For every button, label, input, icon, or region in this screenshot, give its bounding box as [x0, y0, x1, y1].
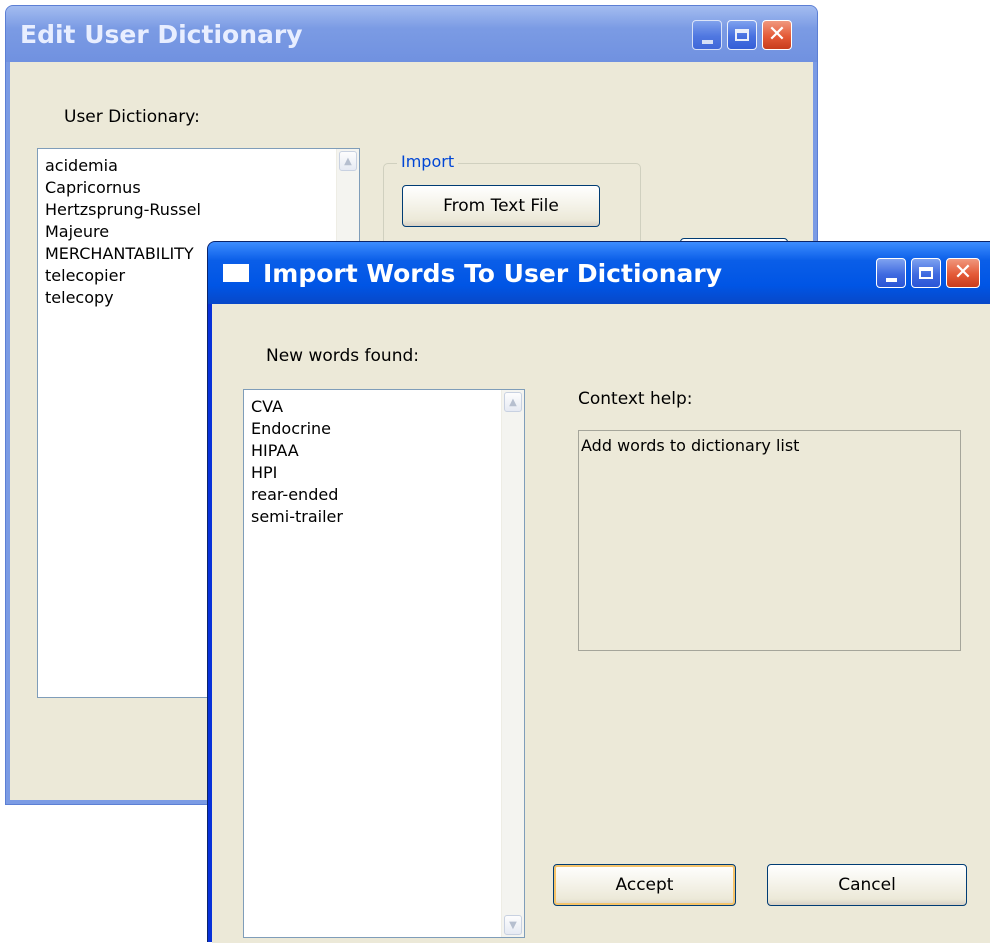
minimize-icon[interactable] — [876, 258, 906, 288]
import-dialog-client: New words found: CVA Endocrine HIPAA HPI rea… — [212, 304, 990, 943]
list-item[interactable]: Endocrine — [244, 418, 502, 440]
scroll-down-arrow-icon[interactable]: ▼ — [504, 915, 522, 935]
cancel-button[interactable]: Cancel — [767, 864, 967, 906]
list-item[interactable]: HPI — [244, 462, 502, 484]
context-help-label: Context help: — [578, 389, 693, 409]
new-words-items: CVA Endocrine HIPAA HPI rear-ended semi-trail… — [244, 390, 502, 528]
list-item[interactable]: acidemia — [38, 155, 337, 177]
close-icon[interactable]: ✕ — [946, 258, 980, 288]
list-item[interactable]: semi-trailer — [244, 506, 502, 528]
user-dictionary-label: User Dictionary: — [64, 107, 200, 127]
minimize-icon[interactable] — [692, 20, 722, 50]
list-item[interactable]: CVA — [244, 396, 502, 418]
list-item[interactable]: Capricornus — [38, 177, 337, 199]
context-help-text: Add words to dictionary list — [581, 436, 800, 455]
list-item[interactable]: Hertzsprung-Russel — [38, 199, 337, 221]
import-dialog-title: Import Words To User Dictionary — [263, 258, 722, 288]
new-words-list[interactable]: CVA Endocrine HIPAA HPI rear-ended semi-trail… — [243, 389, 525, 938]
import-dialog-titlebar[interactable]: Import Words To User Dictionary — [208, 242, 990, 304]
edit-dialog-title: Edit User Dictionary — [20, 19, 303, 49]
new-words-scrollbar[interactable]: ▲ ▼ — [501, 390, 524, 937]
from-text-file-button[interactable]: From Text File — [402, 185, 600, 227]
window-icon — [223, 264, 249, 282]
maximize-icon[interactable] — [911, 258, 941, 288]
context-help-box: Add words to dictionary list — [578, 430, 961, 651]
list-item[interactable]: HIPAA — [244, 440, 502, 462]
maximize-icon[interactable] — [727, 20, 757, 50]
scroll-up-arrow-icon[interactable]: ▲ — [339, 151, 357, 171]
list-item[interactable]: rear-ended — [244, 484, 502, 506]
scroll-up-arrow-icon[interactable]: ▲ — [504, 392, 522, 412]
import-group-label: Import — [397, 152, 459, 171]
close-icon[interactable]: ✕ — [762, 20, 792, 50]
accept-button[interactable]: Accept — [553, 864, 736, 906]
list-item[interactable]: Majeure — [38, 221, 337, 243]
new-words-found-label: New words found: — [266, 346, 419, 366]
import-words-window: Import Words To User Dictionary ✕ New wo… — [207, 241, 990, 943]
